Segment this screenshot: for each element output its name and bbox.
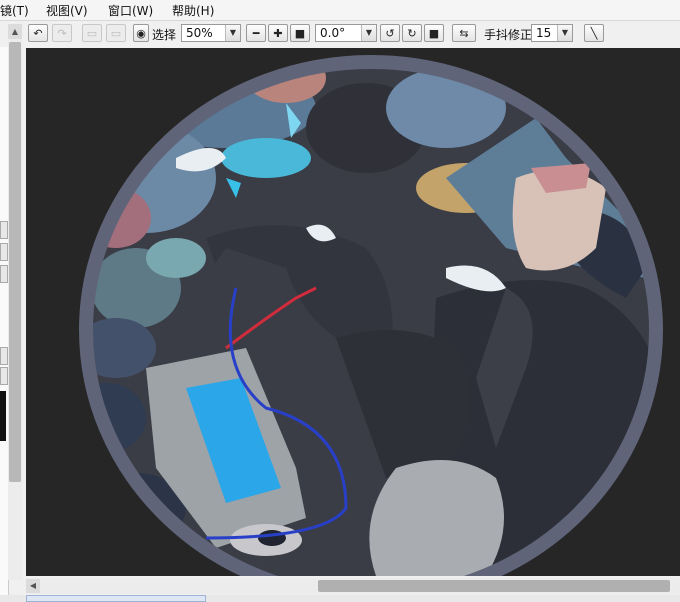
horizontal-scrollbar[interactable]: ◀ bbox=[26, 578, 680, 594]
rotation-value: 0.0° bbox=[320, 26, 346, 40]
line-tool-icon: ╲ bbox=[590, 26, 598, 40]
stabilizer-label: 手抖修正 bbox=[484, 28, 533, 42]
copy-button[interactable]: ▭ bbox=[106, 24, 126, 42]
panel-handle[interactable] bbox=[0, 347, 8, 365]
document-tab[interactable] bbox=[26, 595, 206, 602]
panel-handle[interactable] bbox=[0, 221, 8, 239]
rotate-reset-button[interactable]: ■ bbox=[424, 24, 444, 42]
panel-handle[interactable] bbox=[0, 265, 8, 283]
minus-icon: ━ bbox=[252, 26, 260, 40]
menu-bar: 镜(T) 视图(V) 窗口(W) 帮助(H) bbox=[0, 0, 680, 21]
color-swatch[interactable] bbox=[0, 391, 6, 441]
zoom-out-button[interactable]: ━ bbox=[246, 24, 266, 42]
menu-filter[interactable]: 镜(T) bbox=[0, 2, 29, 19]
cut-button[interactable]: ▭ bbox=[82, 24, 102, 42]
rotation-combo[interactable]: 0.0° ▼ bbox=[315, 24, 377, 42]
rotate-left-icon: ↺ bbox=[385, 26, 395, 40]
chevron-down-icon: ▼ bbox=[361, 25, 376, 41]
menu-view[interactable]: 视图(V) bbox=[46, 2, 88, 19]
horizontal-scroll-thumb[interactable] bbox=[318, 580, 670, 592]
copy-icon: ▭ bbox=[110, 26, 122, 40]
undo-icon: ↶ bbox=[33, 26, 43, 40]
zoom-combo[interactable]: 50% ▼ bbox=[181, 24, 241, 42]
rotate-right-button[interactable]: ↻ bbox=[402, 24, 422, 42]
zoom-reset-button[interactable]: ■ bbox=[290, 24, 310, 42]
redo-icon: ↷ bbox=[57, 26, 67, 40]
flip-horizontal-icon: ⇆ bbox=[459, 26, 469, 40]
stop-icon: ■ bbox=[294, 26, 306, 40]
eye-icon: ◉ bbox=[136, 26, 146, 40]
scroll-up-icon[interactable]: ▲ bbox=[8, 24, 22, 39]
stop-icon: ■ bbox=[428, 26, 440, 40]
menu-window[interactable]: 窗口(W) bbox=[108, 2, 153, 19]
zoom-in-button[interactable]: ✚ bbox=[268, 24, 288, 42]
drawing-canvas[interactable] bbox=[26, 48, 680, 576]
toolbar: ↶ ↷ ▭ ▭ ◉ 选择 50% ▼ ━ ✚ ■ 0.0° ▼ ↺ ↻ ■ ⇆ … bbox=[0, 21, 680, 47]
plus-icon: ✚ bbox=[273, 26, 283, 40]
undo-button[interactable]: ↶ bbox=[28, 24, 48, 42]
panel-handle[interactable] bbox=[0, 243, 8, 261]
panel-handle[interactable] bbox=[0, 367, 8, 385]
zoom-value: 50% bbox=[186, 26, 213, 40]
cut-icon: ▭ bbox=[86, 26, 98, 40]
vertical-scrollbar[interactable]: ▲ bbox=[8, 24, 22, 580]
flip-horizontal-button[interactable]: ⇆ bbox=[452, 24, 476, 42]
chevron-down-icon: ▼ bbox=[557, 25, 572, 41]
scroll-left-icon[interactable]: ◀ bbox=[26, 579, 40, 593]
artwork bbox=[26, 48, 680, 576]
rotate-left-button[interactable]: ↺ bbox=[380, 24, 400, 42]
chevron-down-icon: ▼ bbox=[225, 25, 240, 41]
select-label: 选择 bbox=[152, 28, 177, 42]
stabilizer-value: 15 bbox=[536, 26, 552, 40]
selection-visibility-toggle[interactable]: ◉ bbox=[133, 24, 149, 42]
rotate-right-icon: ↻ bbox=[407, 26, 417, 40]
redo-button[interactable]: ↷ bbox=[52, 24, 72, 42]
status-bar bbox=[0, 595, 680, 602]
line-tool-button[interactable]: ╲ bbox=[584, 24, 604, 42]
vertical-scroll-thumb[interactable] bbox=[9, 42, 21, 482]
stabilizer-combo[interactable]: 15 ▼ bbox=[531, 24, 573, 42]
menu-help[interactable]: 帮助(H) bbox=[172, 2, 214, 19]
